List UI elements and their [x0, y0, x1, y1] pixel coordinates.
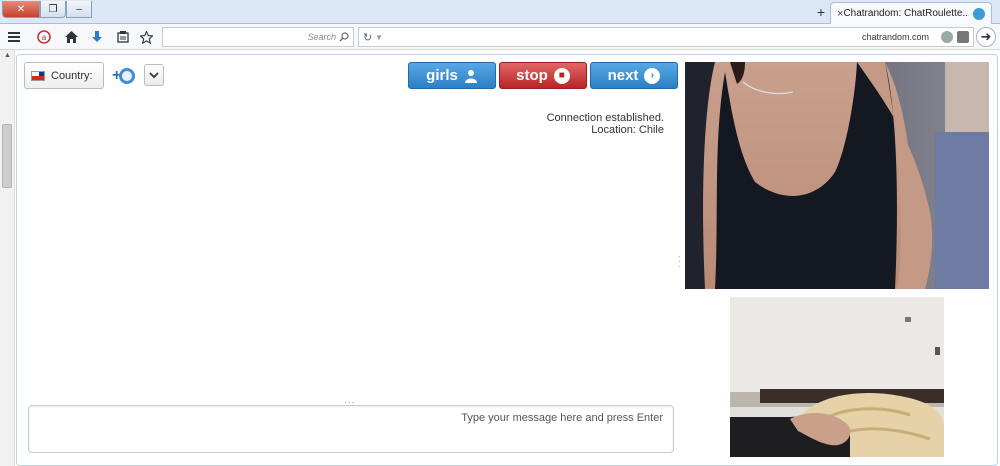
girls-button-label: girls: [426, 67, 458, 84]
girl-icon: [464, 69, 477, 83]
menu-icon[interactable]: [6, 29, 22, 45]
dropdown-icon[interactable]: ▼: [375, 33, 383, 42]
stop-button[interactable]: stop ■: [499, 62, 587, 89]
status-line: Connection established.: [546, 112, 664, 124]
girls-button[interactable]: girls: [408, 62, 496, 89]
camera-options-button[interactable]: [144, 64, 164, 86]
next-button[interactable]: next ›: [590, 62, 678, 89]
status-line: Location: Chile: [591, 124, 664, 136]
site-favicon-icon: [973, 7, 985, 20]
chevron-right-icon: ›: [644, 67, 661, 84]
search-placeholder: Search: [307, 32, 336, 42]
window-controls: ✕ ❐ –: [2, 1, 92, 18]
message-input[interactable]: Type your message here and press Enter: [28, 405, 674, 453]
reload-icon[interactable]: ↻: [363, 31, 372, 44]
self-video: [730, 297, 944, 457]
back-button[interactable]: ➜: [976, 27, 996, 47]
next-button-label: next: [607, 67, 639, 84]
new-tab-button[interactable]: +: [812, 4, 830, 20]
browser-navbar: a Search ↻ ▼ chatrandom.com ➜: [0, 24, 1000, 50]
globe-icon: [941, 31, 953, 43]
svg-text:a: a: [42, 33, 47, 42]
window-minimize-button[interactable]: –: [66, 1, 92, 18]
stop-button-label: stop: [516, 67, 548, 84]
tab-title: Chatrandom: ChatRoulette...: [843, 8, 969, 19]
back-icon: ➜: [980, 29, 992, 44]
chat-log: Connection established. Location: Chile: [400, 112, 664, 136]
window-maximize-button[interactable]: ❐: [40, 1, 66, 18]
scroll-thumb[interactable]: [2, 124, 12, 188]
country-selector[interactable]: Country:: [24, 62, 104, 89]
webcam-button[interactable]: +: [112, 64, 142, 88]
bookmark-star-icon[interactable]: [138, 29, 154, 45]
page-icon: [957, 31, 969, 43]
message-input-placeholder: Type your message here and press Enter: [461, 412, 663, 424]
chile-flag-icon: [31, 70, 45, 81]
webcam-icon: [119, 68, 136, 84]
page-scrollbar[interactable]: ▲: [0, 50, 15, 466]
vertical-splitter[interactable]: · · ·: [678, 252, 681, 271]
browser-tab[interactable]: × Chatrandom: ChatRoulette...: [830, 2, 992, 24]
home-icon[interactable]: [63, 29, 79, 45]
country-label: Country:: [51, 69, 93, 82]
download-icon[interactable]: [89, 29, 105, 45]
adblock-icon[interactable]: a: [36, 29, 52, 45]
scroll-up-icon[interactable]: ▲: [0, 52, 15, 59]
stop-icon: ■: [553, 67, 570, 84]
partner-video: [685, 62, 989, 289]
reading-list-icon[interactable]: [115, 29, 131, 45]
chevron-down-icon: [149, 71, 159, 78]
address-bar[interactable]: ↻ ▼ chatrandom.com: [358, 27, 974, 47]
window-close-button[interactable]: ✕: [2, 1, 40, 18]
search-icon: [339, 32, 349, 42]
browser-titlebar: ✕ ❐ – + × Chatrandom: ChatRoulette...: [0, 0, 1000, 24]
search-input[interactable]: Search: [162, 27, 354, 47]
url-text: chatrandom.com: [861, 32, 929, 42]
